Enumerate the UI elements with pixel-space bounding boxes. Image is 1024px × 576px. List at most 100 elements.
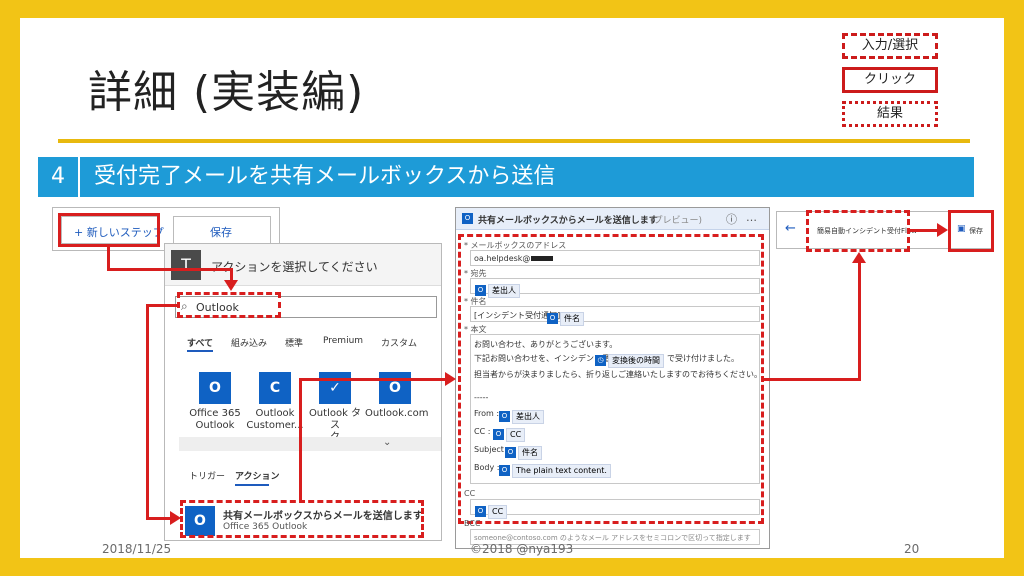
subject-input[interactable]: [インシデント受付通知] O 件名 bbox=[470, 306, 760, 326]
footer-date: 2018/11/25 bbox=[102, 542, 172, 556]
arrow-4-seg1 bbox=[764, 378, 861, 381]
arrow-3-head bbox=[445, 372, 456, 386]
category-tabs: すべて 組み込み 標準 Premium カスタム bbox=[187, 334, 437, 356]
mailbox-redacted bbox=[531, 256, 553, 261]
legend-input-select: 入力/選択 bbox=[842, 33, 938, 59]
tab-premium[interactable]: Premium bbox=[323, 336, 363, 346]
from-token-text: 差出人 bbox=[512, 409, 544, 424]
action-picker-icon: T bbox=[171, 250, 201, 280]
cc-field-token-text: CC bbox=[488, 504, 508, 519]
outlook-com-icon[interactable]: O bbox=[379, 372, 411, 404]
cc-field-token[interactable]: O CC bbox=[475, 501, 508, 520]
card-title: 共有メールボックスからメールを送信します bbox=[478, 216, 658, 226]
new-step-highlight bbox=[58, 213, 160, 247]
to-token-text: 差出人 bbox=[488, 283, 520, 298]
subject2-token-icon: O bbox=[505, 447, 516, 458]
body-input[interactable]: お問い合わせ、ありがとうございます。 下記お問い合わせを、インシデント番号 ◷ 変… bbox=[470, 334, 762, 484]
chevron-down-icon: ⌄ bbox=[383, 437, 392, 448]
arrow-1-seg3 bbox=[230, 268, 233, 280]
from-token-icon: O bbox=[499, 411, 510, 422]
connector-1[interactable]: Office 365 Outlook bbox=[185, 408, 245, 432]
bodyref-token-icon: O bbox=[499, 465, 510, 476]
cc-field-token-icon: O bbox=[475, 506, 486, 517]
body-separator: ----- bbox=[474, 393, 489, 402]
action-picker-title: アクションを選択してください bbox=[211, 260, 378, 274]
to-input[interactable]: O 差出人 bbox=[470, 278, 760, 298]
cc-field-label: CC bbox=[464, 489, 476, 498]
connector-2-line2: Customer... bbox=[246, 420, 304, 431]
info-icon[interactable]: ⓘ bbox=[726, 211, 737, 227]
expand-bar[interactable]: ⌄ bbox=[179, 437, 441, 451]
cc-token[interactable]: O CC bbox=[493, 424, 526, 443]
action-picker-header: T アクションを選択してください bbox=[165, 244, 441, 286]
to-token-icon: O bbox=[475, 285, 486, 296]
connector-4[interactable]: Outlook.com bbox=[365, 408, 429, 420]
body-line3: 担当者からが決まりましたら、折り返しご連絡いたしますのでお待ちください。 bbox=[474, 370, 762, 379]
flow-save-highlight bbox=[948, 210, 994, 252]
arrow-3-seg1 bbox=[299, 378, 302, 502]
arrow-5-head bbox=[937, 223, 948, 237]
connector-4-line1: Outlook.com bbox=[365, 408, 429, 419]
bodyref-token[interactable]: O The plain text content. bbox=[499, 460, 611, 479]
slide: 詳細 (実装編) 入力/選択 クリック 結果 4 受付完了メールを共有メールボッ… bbox=[0, 0, 1024, 576]
tab-custom[interactable]: カスタム bbox=[381, 336, 417, 349]
tab-standard[interactable]: 標準 bbox=[285, 336, 303, 349]
slide-title: 詳細 (実装編) bbox=[88, 67, 365, 118]
arrow-2-seg2 bbox=[146, 304, 149, 520]
connector-1-line2: Outlook bbox=[195, 420, 235, 431]
office365-outlook-icon[interactable]: O bbox=[199, 372, 231, 404]
subject2-token-text: 件名 bbox=[518, 445, 542, 460]
connector-1-line1: Office 365 bbox=[189, 408, 241, 419]
result-action-highlight bbox=[180, 500, 424, 538]
bodyref-token-text: The plain text content. bbox=[512, 463, 611, 478]
arrow-5-seg1 bbox=[910, 229, 937, 232]
arrow-2-seg1 bbox=[146, 304, 178, 307]
step-title: 受付完了メールを共有メールボックスから送信 bbox=[80, 157, 974, 197]
arrow-2-head bbox=[170, 511, 181, 525]
save-button[interactable]: 保存 bbox=[173, 216, 271, 244]
subject-token-icon: O bbox=[547, 313, 558, 324]
subject2-token[interactable]: O 件名 bbox=[505, 442, 542, 461]
outlook-header-icon: O bbox=[462, 213, 473, 224]
subject2-label: Subject : bbox=[474, 445, 510, 454]
arrow-1-seg2 bbox=[107, 268, 233, 271]
tab-builtin[interactable]: 組み込み bbox=[231, 336, 267, 349]
from-token[interactable]: O 差出人 bbox=[499, 406, 544, 425]
subject-token-text: 件名 bbox=[560, 311, 584, 326]
send-mail-card-header: O 共有メールボックスからメールを送信します (プレビュー) ⓘ … bbox=[456, 208, 769, 230]
cc-input[interactable]: O CC bbox=[470, 499, 760, 519]
from-label: From : bbox=[474, 409, 500, 418]
connector-2[interactable]: Outlook Customer... bbox=[245, 408, 305, 432]
mailbox-input[interactable]: oa.helpdesk@ bbox=[470, 250, 760, 266]
legend-click: クリック bbox=[842, 67, 938, 93]
body-time-token-icon: ◷ bbox=[595, 355, 606, 366]
title-underline bbox=[58, 139, 970, 143]
subject-token[interactable]: O 件名 bbox=[547, 308, 584, 327]
subtab-action[interactable]: アクション bbox=[235, 469, 280, 482]
tab-all-underline bbox=[187, 350, 213, 352]
legend-result: 結果 bbox=[842, 101, 938, 127]
mailbox-value: oa.helpdesk@ bbox=[474, 254, 531, 263]
back-arrow-icon[interactable]: ← bbox=[785, 221, 796, 236]
card-preview: (プレビュー) bbox=[650, 216, 703, 226]
search-input-highlight bbox=[177, 292, 281, 318]
bodyref-label: Body : bbox=[474, 463, 500, 472]
step-number: 4 bbox=[38, 157, 78, 197]
arrow-4-head bbox=[852, 252, 866, 263]
subtab-action-underline bbox=[235, 484, 269, 486]
bcc-label: BCC bbox=[464, 519, 481, 528]
outlook-tasks-icon[interactable]: ✓ bbox=[319, 372, 351, 404]
action-picker: T アクションを選択してください ⌕ Outlook すべて 組み込み 標準 P… bbox=[164, 243, 442, 541]
connector-3-line1: Outlook タス bbox=[308, 408, 362, 431]
cc-token-icon: O bbox=[493, 429, 504, 440]
body-line1: お問い合わせ、ありがとうございます。 bbox=[474, 340, 618, 349]
connector-2-line1: Outlook bbox=[255, 408, 295, 419]
tab-all[interactable]: すべて bbox=[187, 336, 213, 349]
subtab-trigger[interactable]: トリガー bbox=[189, 469, 225, 482]
more-icon[interactable]: … bbox=[746, 211, 757, 224]
save-label: 保存 bbox=[210, 226, 232, 239]
arrow-2-seg3 bbox=[146, 517, 170, 520]
body-time-token[interactable]: ◷ 変換後の時間 bbox=[595, 350, 664, 369]
body-line2-post: で受け付けました。 bbox=[667, 354, 739, 363]
outlook-customer-icon[interactable]: C bbox=[259, 372, 291, 404]
